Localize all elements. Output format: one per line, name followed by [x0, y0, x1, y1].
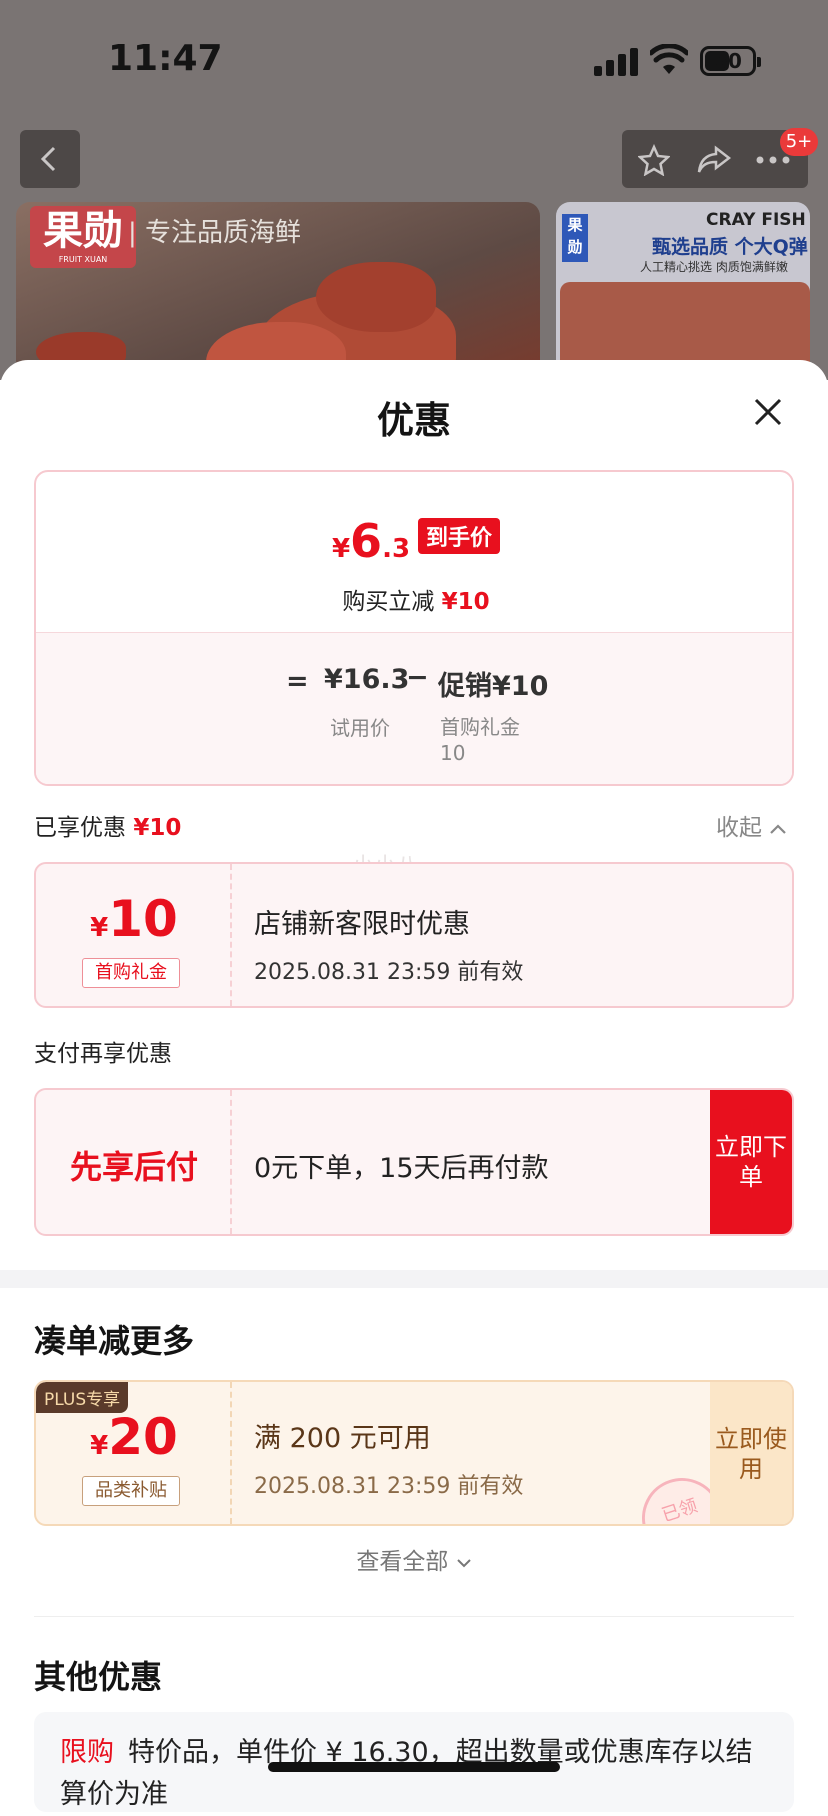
discount-sheet: 优惠 ¥6.3 到手价 购买立减 ¥10 = ¥16.3 − 促销¥10 试用价 … — [0, 360, 828, 1812]
order-now-button[interactable]: 立即下单 — [710, 1090, 792, 1234]
sheet-title: 优惠 — [377, 399, 451, 442]
chevron-up-icon — [770, 824, 787, 834]
message-badge: 5+ — [780, 128, 818, 156]
final-price-tag: 到手价 — [418, 518, 501, 554]
coupon-title: 店铺新客限时优惠 — [254, 909, 470, 940]
battery-icon: 50 — [700, 46, 761, 76]
pay-later-card: 先享后付 0元下单，15天后再付款 立即下单 — [34, 1088, 794, 1236]
limit-tag: 限购 — [60, 1737, 114, 1768]
collapse-button[interactable]: 收起 — [716, 808, 787, 842]
back-button[interactable] — [20, 130, 80, 188]
banner-brand: CRAY FISH — [706, 210, 806, 230]
store-coupon: ¥10 首购礼金 店铺新客限时优惠 2025.08.31 23:59 前有效 — [34, 862, 794, 1008]
banner-tagline: | 专注品质海鲜 — [128, 218, 302, 248]
home-indicator — [268, 1762, 560, 1772]
wifi-icon — [650, 44, 688, 74]
brand-logo: 果勋 FRUIT XUAN — [30, 206, 136, 268]
discount-line: 购买立减 ¥10 — [342, 589, 490, 615]
share-icon[interactable] — [696, 144, 732, 176]
more-discount-heading: 凑单减更多 — [34, 1322, 195, 1360]
divider-line — [34, 1616, 794, 1617]
enjoyed-discount-header: 已享优惠 ¥10 — [34, 815, 182, 841]
trial-price: ¥16.3 — [324, 664, 410, 695]
section-divider — [0, 1270, 828, 1288]
limit-text: 特价品，单件价 ¥ 16.30，超出数量或优惠库存以结算价为准 — [60, 1737, 753, 1810]
pay-later-desc: 0元下单，15天后再付款 — [254, 1153, 549, 1184]
equals-sign: = — [286, 666, 309, 697]
battery-level: 50 — [714, 49, 742, 73]
star-icon[interactable] — [638, 144, 670, 176]
background-page: 11:47 50 5+ 果勋 FRUIT XUAN | 专注品质海鲜 果勋 CR… — [0, 0, 828, 380]
brand-logo-small: 果勋 — [562, 214, 588, 262]
use-now-button[interactable]: 立即使用 — [710, 1382, 792, 1524]
pay-discount-header: 支付再享优惠 — [34, 1041, 172, 1067]
price-breakdown — [36, 632, 792, 784]
final-price: ¥6.3 到手价 — [36, 514, 792, 568]
banner-title: 甄选品质 个大Q弹 — [652, 236, 808, 258]
minus-sign: − — [406, 662, 429, 693]
coupon-condition: 满 200 元可用 — [254, 1423, 431, 1454]
other-discount-heading: 其他优惠 — [34, 1658, 163, 1696]
product-banner: 果勋 FRUIT XUAN | 专注品质海鲜 — [16, 202, 540, 380]
coupon-type-tag: 首购礼金 — [82, 958, 180, 988]
status-time: 11:47 — [108, 38, 223, 79]
promo-label: 首购礼金 10 — [440, 715, 520, 765]
coupon-validity: 2025.08.31 23:59 前有效 — [254, 960, 524, 985]
price-summary: ¥6.3 到手价 购买立减 ¥10 = ¥16.3 − 促销¥10 试用价 首购礼… — [34, 470, 794, 786]
banner-subtitle: 人工精心挑选 肉质饱满鲜嫩 — [640, 260, 788, 274]
coupon-amount: ¥10 — [90, 890, 178, 948]
category-coupon: PLUS专享 ¥20 品类补贴 满 200 元可用 2025.08.31 23:… — [34, 1380, 794, 1526]
chevron-down-icon — [456, 1559, 471, 1568]
coupon-type-tag: 品类补贴 — [82, 1476, 180, 1506]
view-all-button[interactable]: 查看全部 — [0, 1542, 828, 1576]
status-bar: 11:47 50 — [0, 0, 828, 110]
promo-amount: 促销¥10 — [438, 671, 549, 702]
coupon-amount: ¥20 — [90, 1408, 178, 1466]
pay-later-title: 先享后付 — [69, 1148, 198, 1186]
coupon-validity: 2025.08.31 23:59 前有效 — [254, 1474, 524, 1499]
product-banner-2: 果勋 CRAY FISH 甄选品质 个大Q弹 人工精心挑选 肉质饱满鲜嫩 — [556, 202, 810, 380]
signal-icon — [594, 48, 638, 76]
trial-price-label: 试用价 — [330, 716, 390, 740]
more-icon[interactable] — [756, 156, 790, 164]
close-icon[interactable] — [752, 396, 784, 428]
chevron-left-icon — [40, 146, 56, 172]
